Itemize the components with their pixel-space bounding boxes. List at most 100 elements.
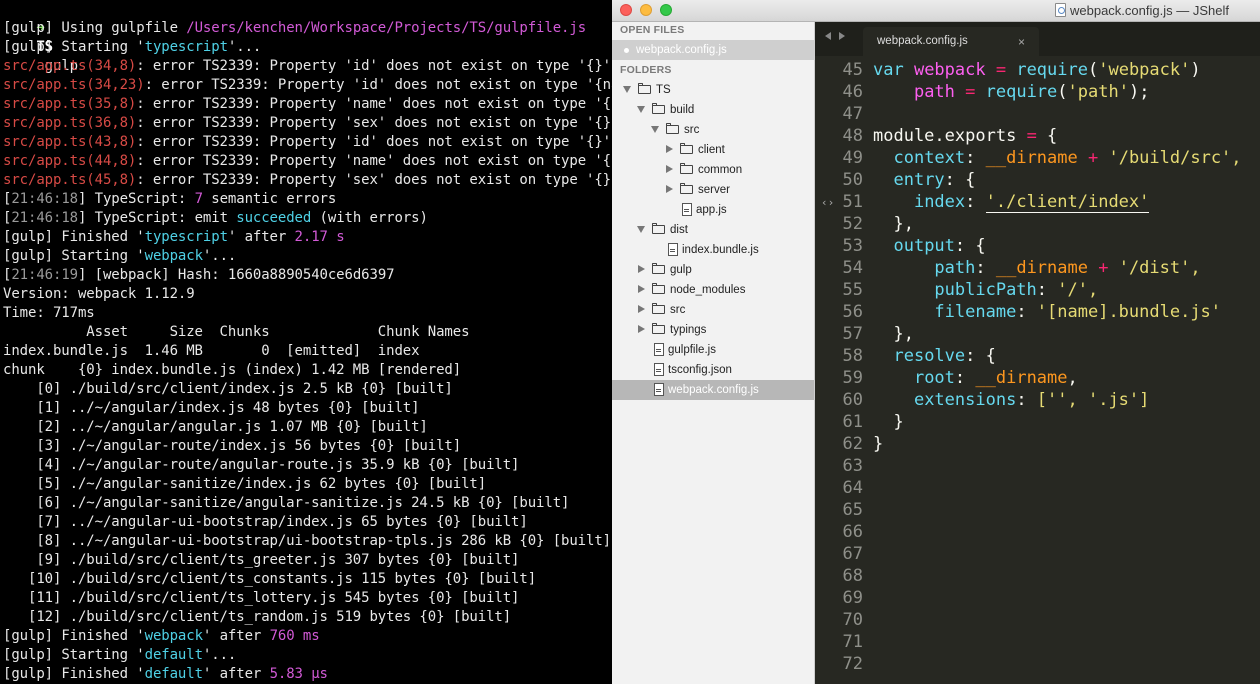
- terminal-text: : error TS2339: Property 'name' does not…: [136, 96, 612, 112]
- tree-item-server[interactable]: server: [612, 180, 814, 200]
- line-number: 61: [842, 412, 863, 432]
- code-token: :: [965, 148, 986, 168]
- line-number: 53: [842, 236, 863, 256]
- window-title: webpack.config.js — JShelf: [1070, 3, 1229, 18]
- terminal-text: 7: [194, 191, 203, 207]
- line-number: 56: [842, 302, 863, 322]
- terminal-text: src/app.ts(44,8): [3, 153, 137, 169]
- code-token: ,: [1067, 368, 1078, 388]
- tree-item-build[interactable]: build: [612, 100, 814, 120]
- terminal-text: src/app.ts(43,8): [3, 134, 137, 150]
- line-number: 58: [842, 346, 863, 366]
- terminal-text: : error TS2339: Property 'sex' does not …: [136, 172, 612, 188]
- line-number: 63: [842, 456, 863, 476]
- code-token: (: [1087, 60, 1099, 80]
- tree-item-node-modules[interactable]: node_modules: [612, 280, 814, 300]
- tree-item-tsconfig-json[interactable]: tsconfig.json: [612, 360, 814, 380]
- close-window-button[interactable]: [620, 4, 632, 16]
- expanded-arrow-icon[interactable]: [637, 226, 645, 233]
- code-token: 'path': [1067, 82, 1129, 102]
- tree-item-typings[interactable]: typings: [612, 320, 814, 340]
- code-token: },: [893, 214, 914, 234]
- code-text: },: [873, 213, 914, 235]
- expanded-arrow-icon[interactable]: [651, 126, 659, 133]
- code-token: .: [934, 126, 945, 146]
- folder-icon: [652, 263, 665, 274]
- code-token: =: [1016, 126, 1048, 146]
- line-number: 65: [842, 500, 863, 520]
- terminal-text: Using gulpfile: [61, 20, 187, 36]
- collapsed-arrow-icon[interactable]: [638, 265, 645, 273]
- expanded-arrow-icon[interactable]: [637, 106, 645, 113]
- tree-item-src[interactable]: src: [612, 300, 814, 320]
- tree-item-label: client: [698, 144, 725, 156]
- file-icon: [682, 203, 692, 216]
- terminal-line: [8] ../~/angular-ui-bootstrap/ui-bootstr…: [3, 532, 611, 551]
- terminal-line: index.bundle.js 1.46 MB 0 [emitted] inde…: [3, 342, 420, 361]
- expanded-arrow-icon[interactable]: [623, 86, 631, 93]
- terminal-pane[interactable]: ➜ TS gulp [gulp] Using gulpfile /Users/k…: [0, 0, 612, 684]
- tree-item-webpack-config-js[interactable]: webpack.config.js: [612, 380, 814, 400]
- terminal-line: src/app.ts(34,23): error TS2339: Propert…: [3, 76, 612, 95]
- tab-prev-icon[interactable]: [825, 32, 831, 40]
- tab-next-icon[interactable]: [839, 32, 845, 40]
- terminal-line: [9] ./build/src/client/ts_greeter.js 307…: [3, 551, 519, 570]
- line-number: 66: [842, 522, 863, 542]
- code-token: :: [944, 170, 966, 190]
- tree-item-gulp[interactable]: gulp: [612, 260, 814, 280]
- code-token: {: [985, 346, 996, 366]
- collapsed-arrow-icon[interactable]: [638, 325, 645, 333]
- code-text: output: {: [873, 235, 985, 257]
- zoom-window-button[interactable]: [660, 4, 672, 16]
- terminal-text: 21:46:19: [11, 267, 78, 283]
- terminal-text: [5] ./~/angular-sanitize/index.js 62 byt…: [3, 476, 487, 492]
- terminal-line: [gulp] Finished 'default' after 5.83 μs: [3, 665, 328, 684]
- file-icon: [654, 363, 664, 376]
- terminal-text: Finished ': [61, 628, 145, 644]
- tree-item-gulpfile-js[interactable]: gulpfile.js: [612, 340, 814, 360]
- collapsed-arrow-icon[interactable]: [638, 285, 645, 293]
- tree-item-index-bundle-js[interactable]: index.bundle.js: [612, 240, 814, 260]
- tab-webpack-config[interactable]: webpack.config.js ×: [863, 27, 1039, 56]
- terminal-text: webpack: [144, 628, 203, 644]
- terminal-line: src/app.ts(36,8): error TS2339: Property…: [3, 114, 612, 133]
- tree-item-label: build: [670, 104, 695, 116]
- tree-item-label: common: [698, 164, 743, 176]
- code-token: ): [1190, 60, 1201, 80]
- code-text: extensions: ['', '.js']: [873, 389, 1149, 411]
- terminal-text: src/app.ts(45,8): [3, 172, 137, 188]
- minimize-window-button[interactable]: [640, 4, 652, 16]
- terminal-text: semantic errors: [202, 191, 337, 207]
- terminal-text: src/app.ts(34,23): [3, 77, 145, 93]
- code-text: module.exports = {: [873, 125, 1057, 147]
- code-token: ['', '.js']: [1036, 390, 1150, 410]
- code-text: filename: '[name].bundle.js': [873, 301, 1221, 323]
- code-token: '/build/src',: [1108, 148, 1242, 168]
- terminal-line: [7] ../~/angular-ui-bootstrap/index.js 6…: [3, 513, 528, 532]
- code-text: entry: {: [873, 169, 975, 191]
- tree-item-common[interactable]: common: [612, 160, 814, 180]
- code-token: :: [965, 192, 986, 212]
- tree-item-client[interactable]: client: [612, 140, 814, 160]
- tree-item-ts[interactable]: TS: [612, 80, 814, 100]
- tree-item-app-js[interactable]: app.js: [612, 200, 814, 220]
- close-tab-icon[interactable]: ×: [1018, 36, 1025, 48]
- terminal-text: Version: webpack 1.12.9: [3, 286, 195, 302]
- tree-item-src[interactable]: src: [612, 120, 814, 140]
- code-text: context: __dirname + '/build/src',: [873, 147, 1242, 169]
- terminal-text: Starting ': [61, 39, 145, 55]
- open-file-item[interactable]: webpack.config.js: [612, 40, 814, 60]
- collapsed-arrow-icon[interactable]: [638, 305, 645, 313]
- code-editor[interactable]: ‹› 45 var webpack = require('webpack') 46 …: [815, 56, 1260, 684]
- code-token: module: [873, 126, 935, 146]
- tree-item-dist[interactable]: dist: [612, 220, 814, 240]
- file-icon: [654, 383, 664, 396]
- collapsed-arrow-icon[interactable]: [666, 145, 673, 153]
- collapsed-arrow-icon[interactable]: [666, 185, 673, 193]
- terminal-text: typescript: [144, 39, 228, 55]
- collapsed-arrow-icon[interactable]: [666, 165, 673, 173]
- terminal-line: [2] ../~/angular/angular.js 1.07 MB {0} …: [3, 418, 428, 437]
- code-token: require: [1016, 60, 1088, 80]
- line-number: 72: [842, 654, 863, 674]
- code-token: __dirname: [985, 148, 1078, 168]
